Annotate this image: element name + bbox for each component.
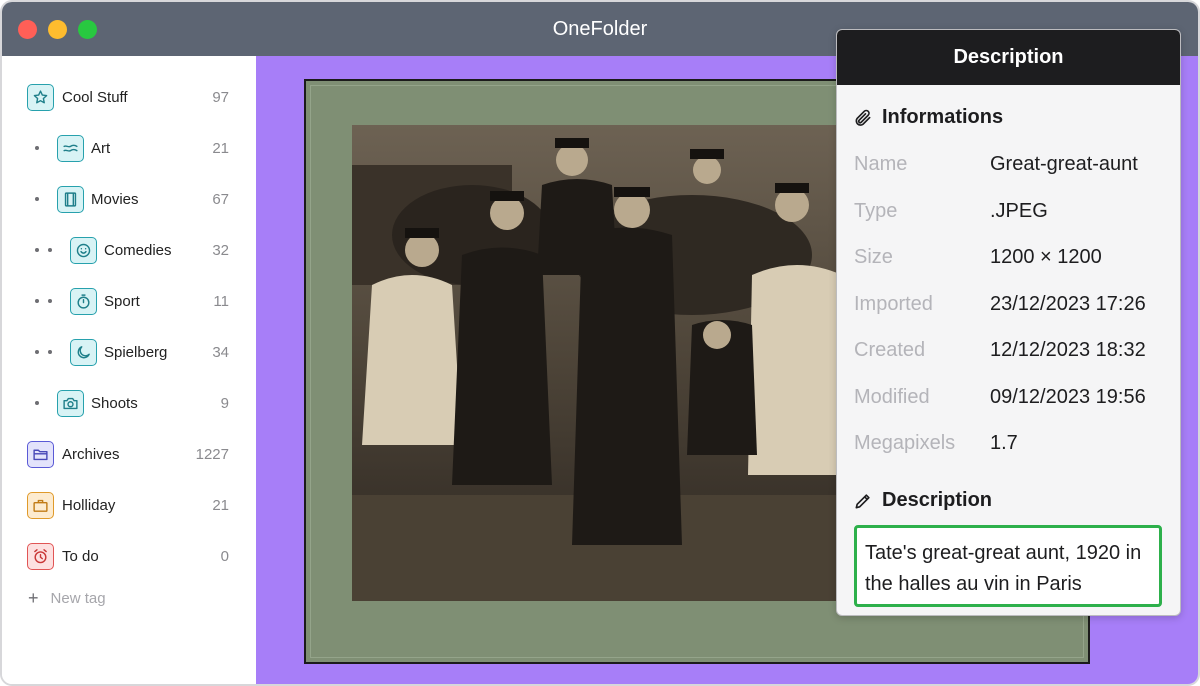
- sepia-group-photo: [352, 125, 848, 601]
- plus-icon: +: [28, 588, 39, 608]
- description-section-title: Description: [853, 489, 992, 512]
- info-key: Size: [854, 246, 893, 268]
- tag-label: Cool Stuff: [62, 88, 128, 106]
- info-key: Megapixels: [854, 432, 956, 454]
- tag-label: Movies: [91, 190, 139, 208]
- tag-sidebar: Cool Stuff 97 Art 21 Movies 67 Comedies …: [2, 56, 256, 684]
- paperclip-icon: [855, 109, 871, 126]
- nesting-indicator: [35, 401, 39, 405]
- new-tag-button[interactable]: + New tag: [28, 588, 106, 609]
- info-key: Name: [854, 153, 908, 175]
- info-key: Imported: [854, 293, 933, 315]
- tag-label: Holliday: [62, 496, 116, 514]
- info-key: Created: [854, 339, 926, 361]
- tag-count: 21: [212, 139, 229, 157]
- tag-shoots[interactable]: Shoots 9: [2, 383, 256, 423]
- tag-comedies[interactable]: Comedies 32: [2, 230, 256, 270]
- tag-label: Shoots: [91, 394, 138, 412]
- waves-icon: [57, 134, 84, 162]
- tag-count: 97: [212, 88, 229, 106]
- tag-label: Spielberg: [104, 343, 168, 361]
- stopwatch-icon: [70, 287, 97, 315]
- description-textarea[interactable]: Tate's great-great aunt, 1920 in the hal…: [854, 525, 1162, 607]
- info-value: 12/12/2023 18:32: [990, 339, 1146, 361]
- briefcase-icon: [27, 491, 54, 519]
- tag-label: Sport: [104, 292, 140, 310]
- tag-count: 34: [212, 343, 229, 361]
- tag-count: 67: [212, 190, 229, 208]
- info-value: 09/12/2023 19:56: [990, 386, 1146, 408]
- nesting-indicator: [35, 197, 39, 201]
- info-value[interactable]: Great-great-aunt: [990, 153, 1138, 176]
- folder-icon: [27, 440, 54, 468]
- tag-to-do[interactable]: To do 0: [2, 536, 256, 576]
- tag-art[interactable]: Art 21: [2, 128, 256, 168]
- app-window: OneFolder Cool Stuff 97 Art 21 Movies 67…: [0, 0, 1200, 686]
- tag-count: 9: [220, 394, 229, 412]
- info-key: Modified: [854, 386, 930, 408]
- alarm-icon: [27, 542, 54, 570]
- film-icon: [57, 185, 84, 213]
- tag-cool-stuff[interactable]: Cool Stuff 97: [2, 77, 256, 117]
- tag-spielberg[interactable]: Spielberg 34: [2, 332, 256, 372]
- info-value: 1200 × 1200: [990, 246, 1102, 268]
- tag-label: Archives: [62, 445, 120, 463]
- tag-count: 21: [212, 496, 229, 514]
- camera-icon: [57, 389, 84, 417]
- panel-title: Description: [837, 30, 1180, 85]
- info-value: 23/12/2023 17:26: [990, 293, 1146, 315]
- tag-count: 11: [213, 292, 229, 310]
- pencil-icon: [855, 493, 870, 508]
- description-panel: Description Informations Name Great-grea…: [836, 29, 1181, 616]
- tag-count: 0: [220, 547, 229, 565]
- informations-title: Informations: [882, 106, 1004, 128]
- tag-count: 32: [212, 241, 229, 259]
- info-key: Type: [854, 200, 898, 222]
- tag-label: To do: [62, 547, 99, 565]
- smile-icon: [70, 236, 97, 264]
- tag-label: Comedies: [104, 241, 172, 259]
- star-icon: [27, 83, 54, 111]
- new-tag-label: New tag: [50, 590, 106, 607]
- tag-label: Art: [91, 139, 111, 157]
- photo-illustration: [352, 125, 848, 601]
- description-title: Description: [882, 489, 993, 511]
- nesting-indicator: [35, 146, 39, 150]
- nesting-indicator: [35, 248, 52, 252]
- tag-sport[interactable]: Sport 11: [2, 281, 256, 321]
- tag-archives[interactable]: Archives 1227: [2, 434, 256, 474]
- info-value: .JPEG: [990, 200, 1048, 222]
- info-value: 1.7: [990, 432, 1018, 454]
- tag-count: 1227: [195, 445, 229, 463]
- tag-movies[interactable]: Movies 67: [2, 179, 256, 219]
- nesting-indicator: [35, 350, 52, 354]
- informations-section-title: Informations: [853, 106, 1003, 129]
- moon-icon: [70, 338, 97, 366]
- nesting-indicator: [35, 299, 52, 303]
- tag-holliday[interactable]: Holliday 21: [2, 485, 256, 525]
